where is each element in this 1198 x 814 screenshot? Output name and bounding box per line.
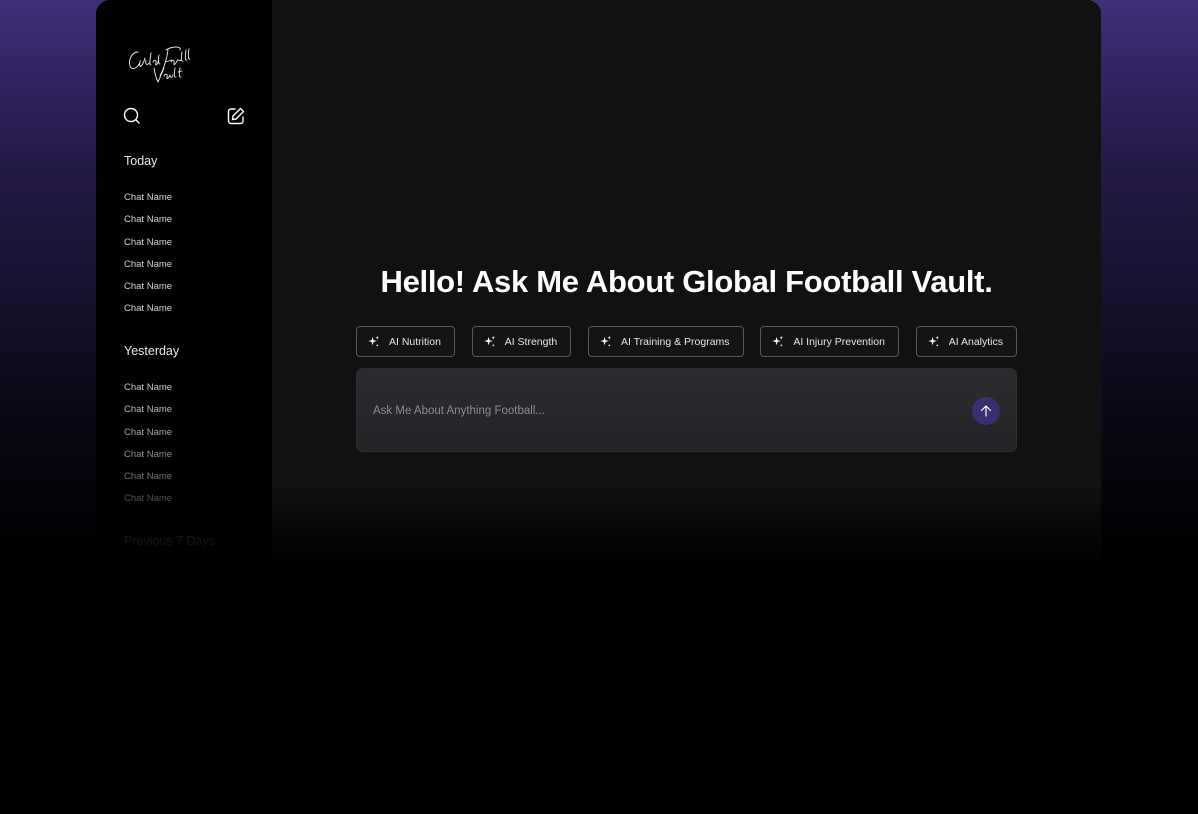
chat-composer xyxy=(356,368,1017,452)
sparkle-icon xyxy=(771,335,784,348)
suggestion-chips: AI Nutrition AI Strength AI Training & P… xyxy=(356,326,1017,357)
arrow-up-icon xyxy=(980,405,992,417)
chip-label: AI Analytics xyxy=(948,335,1003,348)
chat-input[interactable] xyxy=(373,399,933,423)
sparkle-icon xyxy=(927,335,940,348)
chat-list-item[interactable]: Chat Name xyxy=(124,422,172,444)
chip-ai-injury-prevention[interactable]: AI Injury Prevention xyxy=(760,326,899,357)
chat-list-item[interactable]: Chat Name xyxy=(124,276,172,298)
app-window: Today Chat Name Chat Name Chat Name Chat… xyxy=(96,0,1101,814)
section-title-today: Today xyxy=(124,154,158,168)
chip-ai-analytics[interactable]: AI Analytics xyxy=(915,326,1017,357)
chip-ai-strength[interactable]: AI Strength xyxy=(471,326,572,357)
chat-list-today: Chat Name Chat Name Chat Name Chat Name … xyxy=(124,187,172,321)
sparkle-icon xyxy=(367,335,380,348)
chip-label: AI Injury Prevention xyxy=(793,335,885,348)
chat-list-item[interactable]: Chat Name xyxy=(124,254,172,276)
chip-label: AI Strength xyxy=(504,335,558,348)
section-title-previous-7-days: Previous 7 Days xyxy=(124,534,216,548)
chat-list-item[interactable]: Chat Name xyxy=(124,187,172,209)
chat-list-item[interactable]: Chat Name xyxy=(124,488,172,510)
chat-list-item[interactable]: Chat Name xyxy=(124,298,172,320)
brand-logo[interactable] xyxy=(124,38,194,86)
new-chat-edit-icon[interactable] xyxy=(225,105,247,127)
sparkle-icon xyxy=(599,335,612,348)
chip-ai-training-programs[interactable]: AI Training & Programs xyxy=(588,326,744,357)
chat-list-item[interactable]: Chat Name xyxy=(124,399,172,421)
section-title-yesterday: Yesterday xyxy=(124,344,180,358)
chip-label: AI Training & Programs xyxy=(621,335,730,348)
chat-list-item[interactable]: Chat Name xyxy=(124,377,172,399)
chat-list-item[interactable]: Chat Name xyxy=(124,209,172,231)
sidebar: Today Chat Name Chat Name Chat Name Chat… xyxy=(96,0,272,814)
chat-main-panel: Hello! Ask Me About Global Football Vaul… xyxy=(272,0,1101,814)
chat-list-item[interactable]: Chat Name xyxy=(124,444,172,466)
search-icon[interactable] xyxy=(121,105,143,127)
page-title: Hello! Ask Me About Global Football Vaul… xyxy=(380,264,993,299)
chat-list-item[interactable]: Chat Name xyxy=(124,232,172,254)
chat-list-yesterday: Chat Name Chat Name Chat Name Chat Name … xyxy=(124,377,172,511)
chat-list-item[interactable]: Chat Name xyxy=(124,466,172,488)
chip-label: AI Nutrition xyxy=(389,335,441,348)
send-button[interactable] xyxy=(972,397,1000,425)
chip-ai-nutrition[interactable]: AI Nutrition xyxy=(356,326,455,357)
sparkle-icon xyxy=(483,335,496,348)
